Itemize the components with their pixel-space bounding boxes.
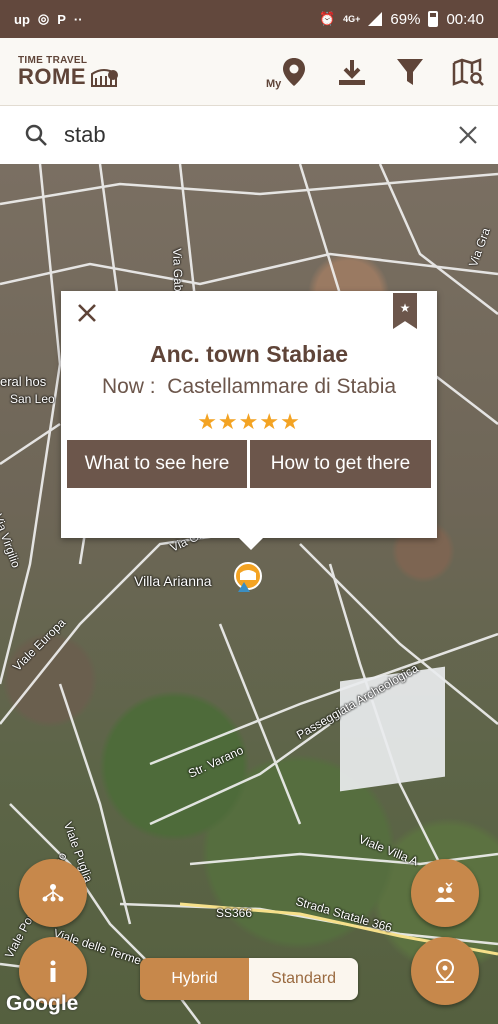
logo-line2: ROME [18, 63, 86, 89]
google-attribution: Google [6, 992, 79, 1015]
app-logo[interactable]: TIME TRAVEL ROME [18, 55, 118, 89]
download-icon [339, 59, 365, 85]
place-title: Anc. town Stabiae [149, 341, 349, 367]
clock: 00:40 [446, 10, 484, 28]
status-right: ⏰ 4G+ 69% 00:40 [319, 11, 484, 28]
search-input[interactable] [64, 122, 458, 148]
search-bar [0, 106, 498, 164]
location-pin-icon [435, 958, 455, 983]
status-left: up ◎ P ·· [14, 11, 83, 27]
map-search-button[interactable] [450, 54, 486, 90]
filter-icon [397, 58, 423, 85]
paypal-icon: P [57, 11, 66, 27]
battery-percent: 69% [390, 10, 421, 28]
more-dots-icon: ·· [73, 11, 83, 27]
colosseum-logo-icon [91, 68, 118, 87]
search-icon[interactable] [24, 123, 48, 147]
network-icon [42, 884, 64, 902]
map-label-villa-arianna: Villa Arianna [134, 573, 212, 589]
map-label: eral hos [0, 374, 47, 389]
now-value: Castellammare di Stabia [167, 375, 397, 398]
how-to-get-there-button[interactable]: How to get there [250, 440, 431, 488]
popup-actions: What to see here How to get there [67, 440, 431, 488]
rating-stars: ★★★★★ [197, 409, 301, 434]
logo-row: ROME [18, 63, 118, 89]
header-actions: My [266, 54, 486, 90]
site-marker-icon[interactable] [228, 562, 264, 598]
my-places-button[interactable]: My [266, 54, 312, 90]
place-now: Now : Castellammare di Stabia [61, 375, 437, 399]
signal-icon [368, 12, 383, 26]
place-popup: ★ Anc. town Stabiae Now : Castellammare … [61, 291, 437, 550]
battery-icon [428, 11, 439, 27]
app-header: TIME TRAVEL ROME My [0, 38, 498, 106]
tours-button[interactable] [411, 859, 479, 927]
now-label: Now : [101, 375, 156, 398]
alarm-icon: ⏰ [318, 11, 336, 26]
location-pin-icon [283, 57, 305, 86]
network-label: 4G+ [343, 14, 361, 24]
my-location-button[interactable] [411, 937, 479, 1005]
map-label: SS366 [216, 906, 253, 920]
instagram-icon: ◎ [37, 11, 50, 26]
bookmark-icon[interactable]: ★ [393, 293, 417, 329]
network-button[interactable] [19, 859, 87, 927]
map-label: San Leo [10, 392, 55, 406]
up-icon: up [14, 11, 30, 27]
status-bar: up ◎ P ·· ⏰ 4G+ 69% 00:40 [0, 0, 498, 38]
people-tour-icon [435, 882, 455, 902]
download-button[interactable] [334, 54, 370, 90]
what-to-see-button[interactable]: What to see here [67, 440, 247, 488]
hybrid-button[interactable]: Hybrid [140, 958, 249, 1000]
map-type-toggle: Hybrid Standard [140, 958, 358, 1000]
filter-button[interactable] [392, 54, 428, 90]
my-label: My [266, 77, 282, 90]
standard-button[interactable]: Standard [249, 958, 358, 1000]
info-icon [50, 960, 56, 982]
close-icon[interactable] [75, 301, 99, 325]
clear-search-icon[interactable] [458, 125, 478, 145]
map-search-icon [452, 57, 484, 86]
